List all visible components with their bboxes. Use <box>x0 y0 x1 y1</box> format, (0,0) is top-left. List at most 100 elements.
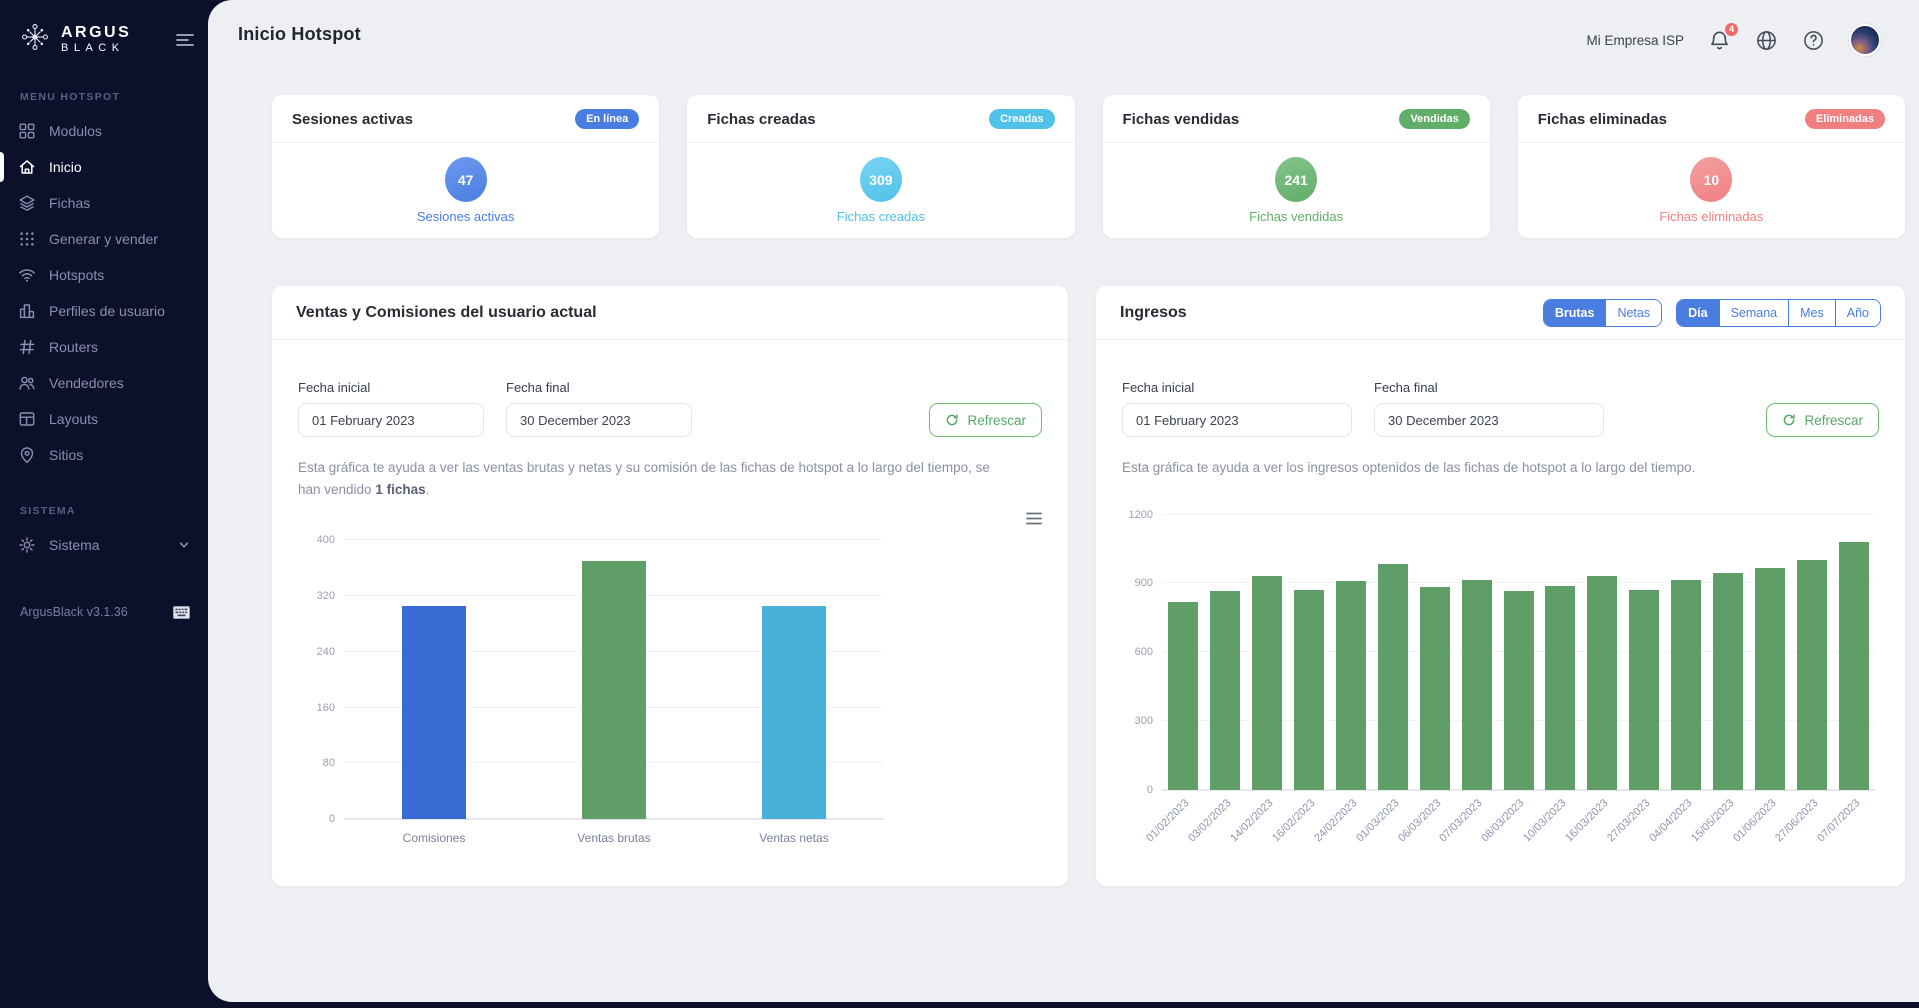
sidebar-item-label: Fichas <box>49 195 90 211</box>
sidebar-item-label: Inicio <box>49 159 82 175</box>
stat-card-head: Sesiones activasEn línea <box>272 95 659 143</box>
series-toggle-netas[interactable]: Netas <box>1605 300 1661 326</box>
bar-04-04-2023 <box>1671 580 1701 790</box>
user-avatar[interactable] <box>1849 24 1881 56</box>
stat-card-title: Fichas eliminadas <box>1538 111 1667 128</box>
home-icon <box>18 158 36 176</box>
sidebar-item-label: Modulos <box>49 123 102 139</box>
date-end-input[interactable] <box>506 403 692 437</box>
dots-icon <box>18 230 36 248</box>
main-panel: Inicio Hotspot Mi Empresa ISP 4 <box>208 0 1919 1002</box>
x-axis-label: Comisiones <box>403 831 466 845</box>
sales-description: Esta gráfica te ayuda a ver las ventas b… <box>298 457 998 500</box>
sidebar-item-modulos[interactable]: Modulos <box>0 113 208 149</box>
language-button[interactable] <box>1755 29 1778 52</box>
refresh-button[interactable]: Refrescar <box>929 403 1042 437</box>
bar-15-05-2023 <box>1713 573 1743 790</box>
help-button[interactable] <box>1802 29 1825 52</box>
notifications-button[interactable]: 4 <box>1708 29 1731 52</box>
date-start-input[interactable] <box>1122 403 1352 437</box>
notification-badge: 4 <box>1723 21 1740 38</box>
keyboard-icon[interactable] <box>173 606 190 619</box>
stat-value-circle: 309 <box>860 157 902 202</box>
logo-line-2: BLACK <box>61 43 131 54</box>
sales-chart: 400320240160800ComisionesVentas brutasVe… <box>298 516 1042 860</box>
period-toggle-mes[interactable]: Mes <box>1788 300 1835 326</box>
bar-01-06-2023 <box>1755 568 1785 789</box>
bar-27-06-2023 <box>1797 560 1827 789</box>
sales-commissions-card: Ventas y Comisiones del usuario actual F… <box>272 286 1068 886</box>
status-badge: Creadas <box>989 109 1054 129</box>
date-end-label: Fecha final <box>1374 380 1604 395</box>
period-toggle-ano[interactable]: Año <box>1835 300 1880 326</box>
gear-icon <box>18 536 36 554</box>
stat-label: Fichas vendidas <box>1249 209 1343 224</box>
status-badge: Vendidas <box>1399 109 1469 129</box>
series-toggle-brutas[interactable]: Brutas <box>1544 300 1606 326</box>
content: Sesiones activasEn línea 47 Sesiones activ… <box>272 95 1905 886</box>
date-start-field: Fecha inicial <box>1122 380 1352 437</box>
y-axis-tick: 320 <box>317 590 335 602</box>
stat-label: Fichas eliminadas <box>1659 209 1763 224</box>
bar-07-03-2023 <box>1462 580 1492 790</box>
stat-label: Fichas creadas <box>837 209 925 224</box>
sidebar-item-hotspots[interactable]: Hotspots <box>0 257 208 293</box>
sidebar-collapse-icon[interactable] <box>176 33 194 47</box>
card-body: Fecha inicial Fecha final Refrescar <box>272 380 1068 860</box>
stat-value-circle: 47 <box>445 157 487 202</box>
status-badge: Eliminadas <box>1805 109 1885 129</box>
date-end-label: Fecha final <box>506 380 692 395</box>
sidebar-item-sistema[interactable]: Sistema <box>0 527 208 563</box>
sidebar-item-label: Sistema <box>49 537 100 553</box>
sidebar-item-vendedores[interactable]: Vendedores <box>0 365 208 401</box>
stat-card-body: 10Fichas eliminadas <box>1518 143 1905 238</box>
date-start-input[interactable] <box>298 403 484 437</box>
date-filter-row: Fecha inicial Fecha final Refrescar <box>298 380 1042 437</box>
page-title: Inicio Hotspot <box>238 24 361 45</box>
period-toggle-dia[interactable]: Día <box>1677 300 1718 326</box>
bar-24-02-2023 <box>1336 581 1366 790</box>
sales-plot: 400320240160800ComisionesVentas brutasVe… <box>344 540 884 820</box>
date-start-label: Fecha inicial <box>298 380 484 395</box>
refresh-label: Refrescar <box>1804 413 1863 428</box>
date-end-field: Fecha final <box>1374 380 1604 437</box>
bar-08-03-2023 <box>1504 591 1534 789</box>
period-toggle-semana[interactable]: Semana <box>1719 300 1789 326</box>
x-axis-label: Ventas netas <box>759 831 828 845</box>
bar-ventas-brutas <box>582 561 646 819</box>
app-version: ArgusBlack v3.1.36 <box>20 605 128 619</box>
bar-ventas-netas <box>762 606 826 819</box>
stat-value-circle: 241 <box>1275 157 1317 202</box>
refresh-button[interactable]: Refrescar <box>1766 403 1879 437</box>
y-axis-tick: 300 <box>1135 715 1153 727</box>
sidebar-item-routers[interactable]: Routers <box>0 329 208 365</box>
sidebar-item-fichas[interactable]: Fichas <box>0 185 208 221</box>
sidebar-item-label: Layouts <box>49 411 98 427</box>
bar-14-02-2023 <box>1252 576 1282 789</box>
date-end-input[interactable] <box>1374 403 1604 437</box>
logo-row: ARGUS BLACK <box>0 20 208 59</box>
sidebar-item-label: Vendedores <box>49 375 124 391</box>
help-icon <box>1802 29 1825 52</box>
stat-card-title: Fichas vendidas <box>1123 111 1240 128</box>
sidebar-item-perfiles-de-usuario[interactable]: Perfiles de usuario <box>0 293 208 329</box>
y-axis-tick: 400 <box>317 534 335 546</box>
chart-menu-icon[interactable] <box>1026 512 1042 525</box>
bar-07-07-2023 <box>1839 542 1869 790</box>
stat-label: Sesiones activas <box>417 209 515 224</box>
income-card-title: Ingresos <box>1120 304 1187 322</box>
y-axis-tick: 80 <box>323 757 335 769</box>
profiles-icon <box>18 302 36 320</box>
sidebar-item-inicio[interactable]: Inicio <box>0 149 208 185</box>
card-head: Ventas y Comisiones del usuario actual <box>272 286 1068 340</box>
sidebar-item-layouts[interactable]: Layouts <box>0 401 208 437</box>
income-card: Ingresos BrutasNetas DíaSemanaMesAño Fec… <box>1096 286 1905 886</box>
sidebar-item-generar-y-vender[interactable]: Generar y vender <box>0 221 208 257</box>
bar-comisiones <box>402 606 466 819</box>
sidebar-item-sitios[interactable]: Sitios <box>0 437 208 473</box>
bar-01-03-2023 <box>1378 564 1408 790</box>
y-axis-tick: 160 <box>317 702 335 714</box>
wifi-icon <box>18 266 36 284</box>
sistema-section-label: SISTEMA <box>0 505 208 517</box>
layers-icon <box>18 194 36 212</box>
